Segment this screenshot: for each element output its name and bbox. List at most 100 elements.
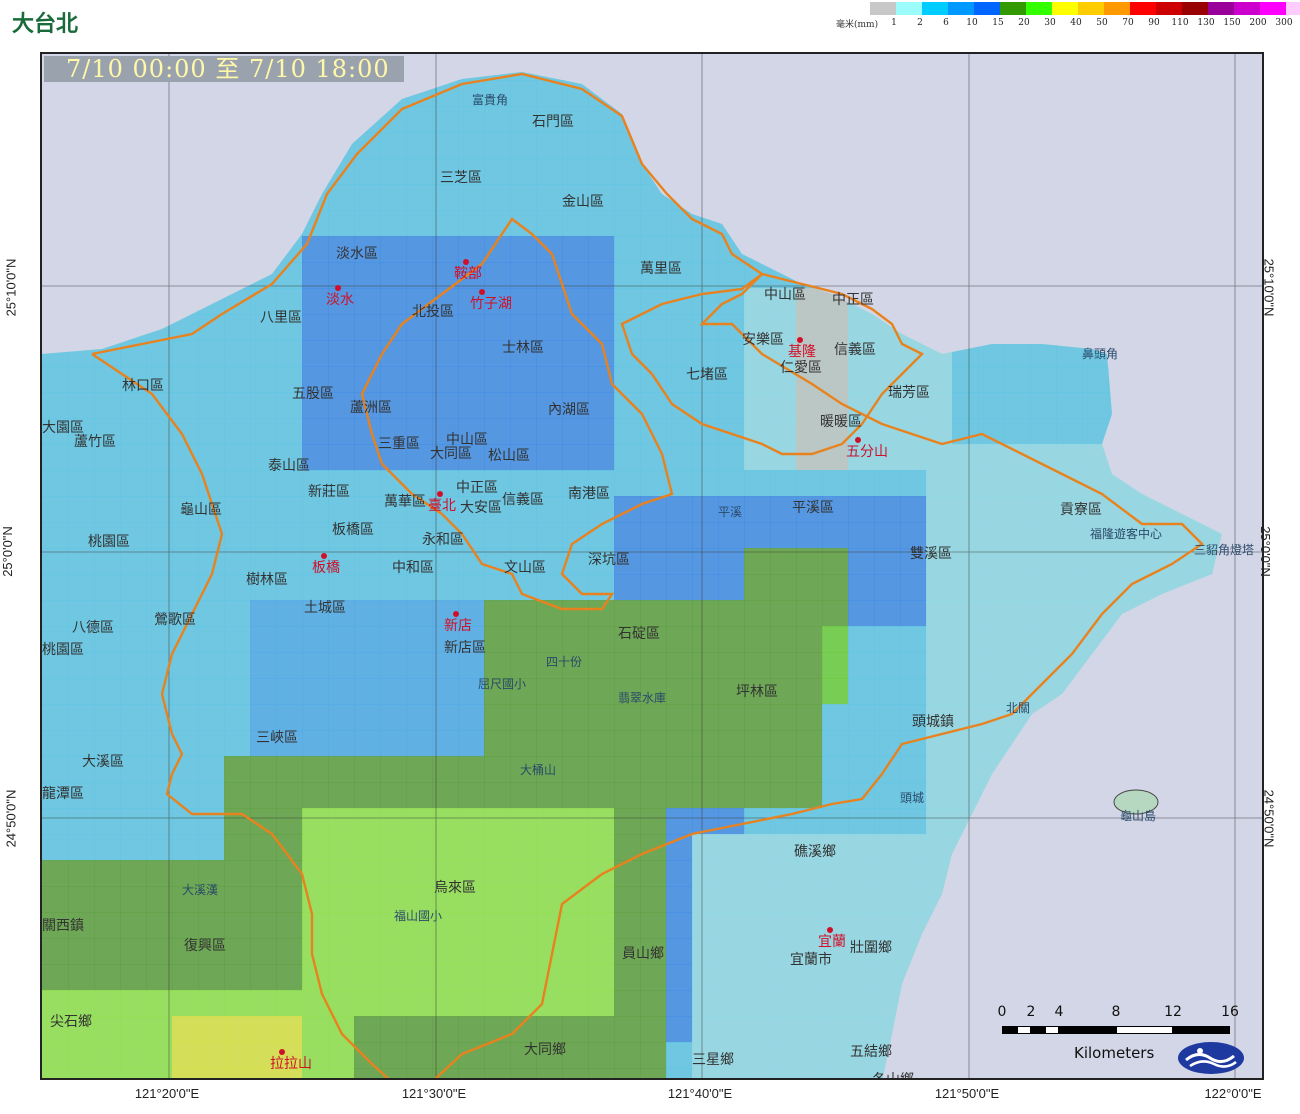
- rain-cell: [666, 808, 693, 835]
- rain-cell: [640, 418, 667, 445]
- rain-cell: [874, 626, 901, 653]
- rain-cell: [640, 1042, 667, 1069]
- rain-cell: [536, 132, 563, 159]
- rain-cell: [302, 262, 329, 289]
- rain-cell: [172, 704, 199, 731]
- rain-cell: [1004, 470, 1031, 497]
- rain-cell: [458, 834, 485, 861]
- rain-cell: [900, 496, 927, 523]
- rain-cell: [250, 366, 277, 393]
- rain-cell: [1030, 444, 1057, 471]
- district-label: 信義區: [502, 491, 544, 508]
- rain-cell: [276, 600, 303, 627]
- rain-cell: [146, 912, 173, 939]
- rain-cell: [224, 340, 251, 367]
- rain-cell: [1056, 392, 1083, 419]
- rain-cell: [250, 340, 277, 367]
- rain-cell: [354, 626, 381, 653]
- rain-cell: [276, 704, 303, 731]
- rain-cell: [536, 236, 563, 263]
- rain-cell: [510, 782, 537, 809]
- rain-cell: [562, 860, 589, 887]
- lon-label-1: 121°20'0"E: [134, 1086, 200, 1101]
- rain-cell: [146, 418, 173, 445]
- rain-cell: [276, 522, 303, 549]
- rain-cell: [822, 678, 849, 705]
- legend-swatch-150: [1208, 2, 1234, 15]
- rain-cell: [484, 834, 511, 861]
- rain-cell: [42, 678, 69, 705]
- rain-cell: [874, 340, 901, 367]
- rain-cell: [614, 496, 641, 523]
- rain-cell: [822, 860, 849, 887]
- rain-cell: [718, 470, 745, 497]
- rain-cell: [614, 704, 641, 731]
- rain-cell: [536, 444, 563, 471]
- legend-swatches: [870, 2, 1300, 15]
- rain-cell: [198, 1042, 225, 1069]
- rain-cell: [224, 808, 251, 835]
- district-label: 松山區: [488, 448, 530, 464]
- rain-cell: [302, 860, 329, 887]
- rain-cell: [510, 392, 537, 419]
- lon-label-5: 122°0'0"E: [1204, 1086, 1262, 1101]
- rain-cell: [588, 444, 615, 471]
- rain-cell: [848, 496, 875, 523]
- rain-cell: [224, 886, 251, 913]
- rain-cell: [796, 678, 823, 705]
- rain-cell: [848, 886, 875, 913]
- rain-cell: [536, 366, 563, 393]
- rain-cell: [770, 704, 797, 731]
- rain-cell: [1004, 392, 1031, 419]
- rain-cell: [484, 652, 511, 679]
- rain-cell: [146, 626, 173, 653]
- rain-cell: [770, 470, 797, 497]
- rain-cell: [536, 522, 563, 549]
- rain-cell: [562, 236, 589, 263]
- rain-cell: [536, 990, 563, 1017]
- legend-tick-300: 300: [1275, 18, 1293, 28]
- rain-cell: [198, 444, 225, 471]
- rain-cell: [796, 392, 823, 419]
- rain-cell: [796, 704, 823, 731]
- rainfall-map[interactable]: 石門區 三芝區 淡水區 北投區 士林區 八里區 林口區 五股區 蘆洲區 內湖區 中山區 松山區 三重區大…: [40, 52, 1264, 1080]
- rain-cell: [978, 366, 1005, 393]
- rain-cell: [848, 574, 875, 601]
- rain-cell: [484, 522, 511, 549]
- rain-cell: [770, 1068, 797, 1078]
- station-dot: [797, 337, 803, 343]
- rain-cell: [146, 938, 173, 965]
- rain-cell: [354, 704, 381, 731]
- rain-cell: [1082, 392, 1109, 419]
- rain-cell: [796, 782, 823, 809]
- rain-cell: [380, 366, 407, 393]
- rain-cell: [354, 860, 381, 887]
- rain-cell: [744, 912, 771, 939]
- district-label: 安樂區: [742, 331, 784, 348]
- rain-cell: [354, 366, 381, 393]
- rain-cell: [146, 1042, 173, 1069]
- rain-cell: [796, 1042, 823, 1069]
- district-label: 石門區: [532, 114, 574, 130]
- rain-cell: [302, 288, 329, 315]
- rain-cell: [536, 314, 563, 341]
- district-label: 石碇區: [618, 626, 660, 642]
- district-label: 龍潭區: [42, 785, 84, 802]
- rain-cell: [718, 886, 745, 913]
- rain-cell: [952, 444, 979, 471]
- rain-cell: [822, 470, 849, 497]
- rain-cell: [68, 1068, 95, 1078]
- rain-cell: [692, 1016, 719, 1043]
- map-canvas[interactable]: 石門區三芝區淡水區北投區士林區八里區林口區 五股區蘆洲區 內湖區中山區松山區三重區大…: [42, 54, 1264, 1080]
- rain-cell: [68, 704, 95, 731]
- district-label: 中山區: [764, 287, 806, 303]
- rain-cell: [120, 652, 147, 679]
- rain-cell: [640, 808, 667, 835]
- rain-cell: [1056, 444, 1083, 471]
- rain-cell: [1004, 574, 1031, 601]
- rain-cell: [484, 1068, 511, 1078]
- rain-cell: [458, 210, 485, 237]
- lon-label-3: 121°40'0"E: [667, 1086, 733, 1101]
- rain-cell: [484, 1042, 511, 1069]
- rain-cell: [120, 808, 147, 835]
